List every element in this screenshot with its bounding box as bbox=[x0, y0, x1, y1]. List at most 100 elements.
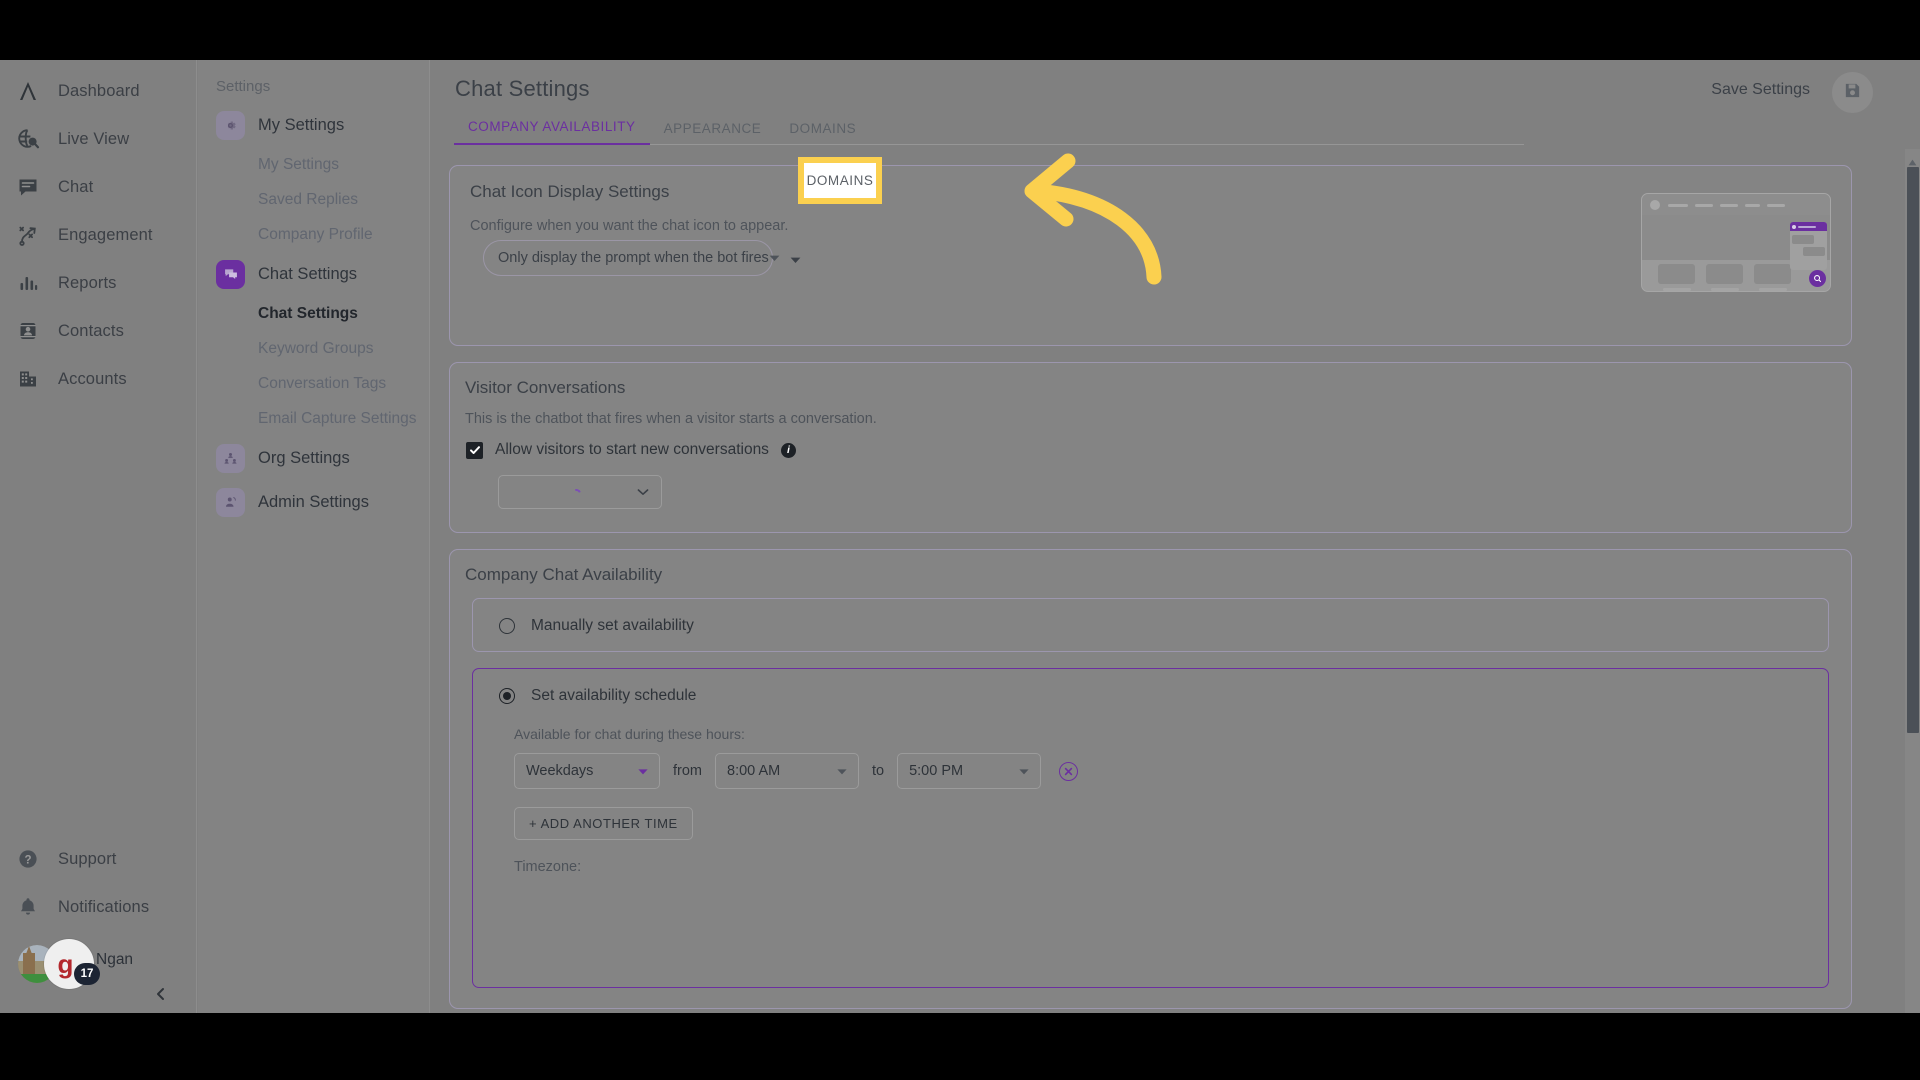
nav-label: Reports bbox=[58, 273, 117, 292]
settings-sub-email-capture-settings[interactable]: Email Capture Settings bbox=[198, 401, 429, 436]
settings-sub-conversation-tags[interactable]: Conversation Tags bbox=[198, 366, 429, 401]
radio-selected-icon[interactable] bbox=[499, 688, 515, 704]
add-another-time-button[interactable]: + ADD ANOTHER TIME bbox=[514, 807, 693, 840]
user-name: Ngan bbox=[96, 951, 134, 968]
radio-label: Manually set availability bbox=[531, 617, 694, 634]
settings-group-label: My Settings bbox=[258, 115, 345, 134]
chat-widget-preview bbox=[1641, 193, 1831, 292]
settings-sub-chat-settings[interactable]: Chat Settings bbox=[198, 296, 429, 331]
scrollbar-track[interactable] bbox=[1905, 149, 1920, 1013]
logo-chevron-icon bbox=[14, 77, 42, 105]
scroll-up-arrow-icon[interactable] bbox=[1908, 153, 1917, 166]
allow-visitors-checkbox-row[interactable]: Allow visitors to start new conversation… bbox=[466, 441, 796, 459]
domains-tab-highlight-label: DOMAINS bbox=[806, 173, 874, 188]
chat-icon-display-select[interactable]: Only display the prompt when the bot fir… bbox=[483, 240, 780, 276]
schedule-availability-option-panel[interactable]: Set availability schedule Available for … bbox=[472, 668, 1829, 988]
curved-left-arrow-icon bbox=[940, 145, 1170, 285]
settings-sub-label: Saved Replies bbox=[258, 190, 358, 208]
settings-sub-saved-replies[interactable]: Saved Replies bbox=[198, 182, 429, 217]
nav-item-chat[interactable]: Chat bbox=[0, 163, 196, 211]
nav-item-contacts[interactable]: Contacts bbox=[0, 307, 196, 355]
radio-unselected-icon[interactable] bbox=[499, 618, 515, 634]
save-settings-button[interactable] bbox=[1832, 72, 1873, 113]
chevron-down-icon bbox=[769, 249, 780, 267]
remove-time-row-button[interactable] bbox=[1059, 761, 1079, 781]
chevron-down-icon bbox=[637, 483, 649, 501]
settings-sub-label: Company Profile bbox=[258, 225, 373, 243]
engagement-path-icon bbox=[14, 221, 42, 249]
settings-group-label: Org Settings bbox=[258, 448, 350, 467]
tab-bar: COMPANY AVAILABILITY APPEARANCE DOMAINS bbox=[454, 110, 870, 145]
nav-item-notifications[interactable]: Notifications bbox=[0, 883, 196, 931]
nav-label: Chat bbox=[58, 177, 94, 196]
visitor-bot-select[interactable] bbox=[498, 475, 662, 509]
admin-person-icon bbox=[216, 487, 245, 517]
nav-label: Contacts bbox=[58, 321, 124, 340]
chevron-down-icon bbox=[624, 762, 648, 780]
settings-sub-keyword-groups[interactable]: Keyword Groups bbox=[198, 331, 429, 366]
card-subtitle: Configure when you want the chat icon to… bbox=[470, 218, 789, 234]
nav-item-reports[interactable]: Reports bbox=[0, 259, 196, 307]
from-conjunction: from bbox=[673, 763, 702, 779]
svg-text:?: ? bbox=[24, 854, 31, 866]
tab-domains[interactable]: DOMAINS bbox=[775, 121, 870, 145]
settings-nav-column: Settings My Settings My Settings Saved R… bbox=[198, 60, 430, 1013]
radio-label: Set availability schedule bbox=[531, 687, 697, 704]
nav-item-live-view[interactable]: Live View bbox=[0, 115, 196, 163]
globe-search-icon bbox=[14, 125, 42, 153]
settings-sub-company-profile[interactable]: Company Profile bbox=[198, 217, 429, 252]
chat-settings-icon bbox=[216, 259, 245, 289]
settings-scroll-area: Chat Icon Display Settings Configure whe… bbox=[431, 149, 1920, 1013]
nav-item-dashboard[interactable]: Dashboard bbox=[0, 67, 196, 115]
page-title: Chat Settings bbox=[455, 76, 590, 101]
available-hours-label: Available for chat during these hours: bbox=[514, 726, 745, 742]
collapse-sidebar-button[interactable] bbox=[148, 981, 174, 1007]
nav-label: Accounts bbox=[58, 369, 127, 388]
checkbox-label: Allow visitors to start new conversation… bbox=[495, 441, 769, 458]
manual-availability-option-panel[interactable]: Manually set availability bbox=[472, 598, 1829, 652]
nav-label: Support bbox=[58, 849, 117, 868]
nav-item-accounts[interactable]: Accounts bbox=[0, 355, 196, 403]
settings-group-org-settings[interactable]: Org Settings bbox=[198, 436, 429, 480]
schedule-to-time-select[interactable]: 5:00 PM bbox=[897, 753, 1042, 789]
schedule-days-select[interactable]: Weekdays bbox=[514, 753, 660, 789]
settings-heading: Settings bbox=[216, 78, 271, 95]
tab-appearance[interactable]: APPEARANCE bbox=[650, 121, 776, 145]
chevron-down-icon[interactable] bbox=[790, 251, 801, 269]
settings-group-chat-settings[interactable]: Chat Settings bbox=[198, 252, 429, 296]
select-value: 8:00 AM bbox=[727, 763, 781, 779]
to-conjunction: to bbox=[872, 763, 885, 779]
nav-label: Notifications bbox=[58, 897, 150, 916]
nav-item-support[interactable]: ? Support bbox=[0, 835, 196, 883]
nav-label: Live View bbox=[58, 129, 130, 148]
user-profile-row[interactable]: g. 17 Ngan bbox=[0, 933, 196, 1000]
manual-availability-radio-row[interactable]: Manually set availability bbox=[473, 599, 1828, 653]
scrollbar-thumb[interactable] bbox=[1907, 167, 1919, 733]
tab-company-availability[interactable]: COMPANY AVAILABILITY bbox=[454, 119, 650, 145]
settings-group-label: Admin Settings bbox=[258, 492, 369, 511]
chevron-down-icon bbox=[823, 762, 847, 780]
letterbox-bottom bbox=[0, 1013, 1920, 1080]
settings-sub-label: Email Capture Settings bbox=[258, 409, 417, 427]
nav-label: Engagement bbox=[58, 225, 153, 244]
nav-label: Dashboard bbox=[58, 81, 140, 100]
building-icon bbox=[14, 365, 42, 393]
info-icon[interactable]: i bbox=[780, 442, 796, 458]
checkbox-checked-icon[interactable] bbox=[466, 441, 483, 459]
domains-tab-highlight: DOMAINS bbox=[798, 157, 882, 204]
settings-group-my-settings[interactable]: My Settings bbox=[198, 103, 429, 147]
settings-sub-my-settings[interactable]: My Settings bbox=[198, 147, 429, 182]
select-value: Weekdays bbox=[526, 763, 594, 779]
save-settings-label[interactable]: Save Settings bbox=[1711, 81, 1810, 99]
help-circle-icon: ? bbox=[14, 845, 42, 873]
nav-item-engagement[interactable]: Engagement bbox=[0, 211, 196, 259]
visitor-conversations-card: Visitor Conversations This is the chatbo… bbox=[449, 362, 1852, 533]
card-title: Chat Icon Display Settings bbox=[470, 182, 670, 201]
schedule-from-time-select[interactable]: 8:00 AM bbox=[715, 753, 859, 789]
settings-group-admin-settings[interactable]: Admin Settings bbox=[198, 480, 429, 524]
gear-icon bbox=[216, 110, 245, 140]
schedule-availability-radio-row[interactable]: Set availability schedule bbox=[473, 669, 1828, 723]
primary-nav-rail: Dashboard Live View Chat Engagement Repo… bbox=[0, 60, 197, 1013]
contact-card-icon bbox=[14, 317, 42, 345]
preview-chat-fab-icon bbox=[1809, 270, 1826, 287]
